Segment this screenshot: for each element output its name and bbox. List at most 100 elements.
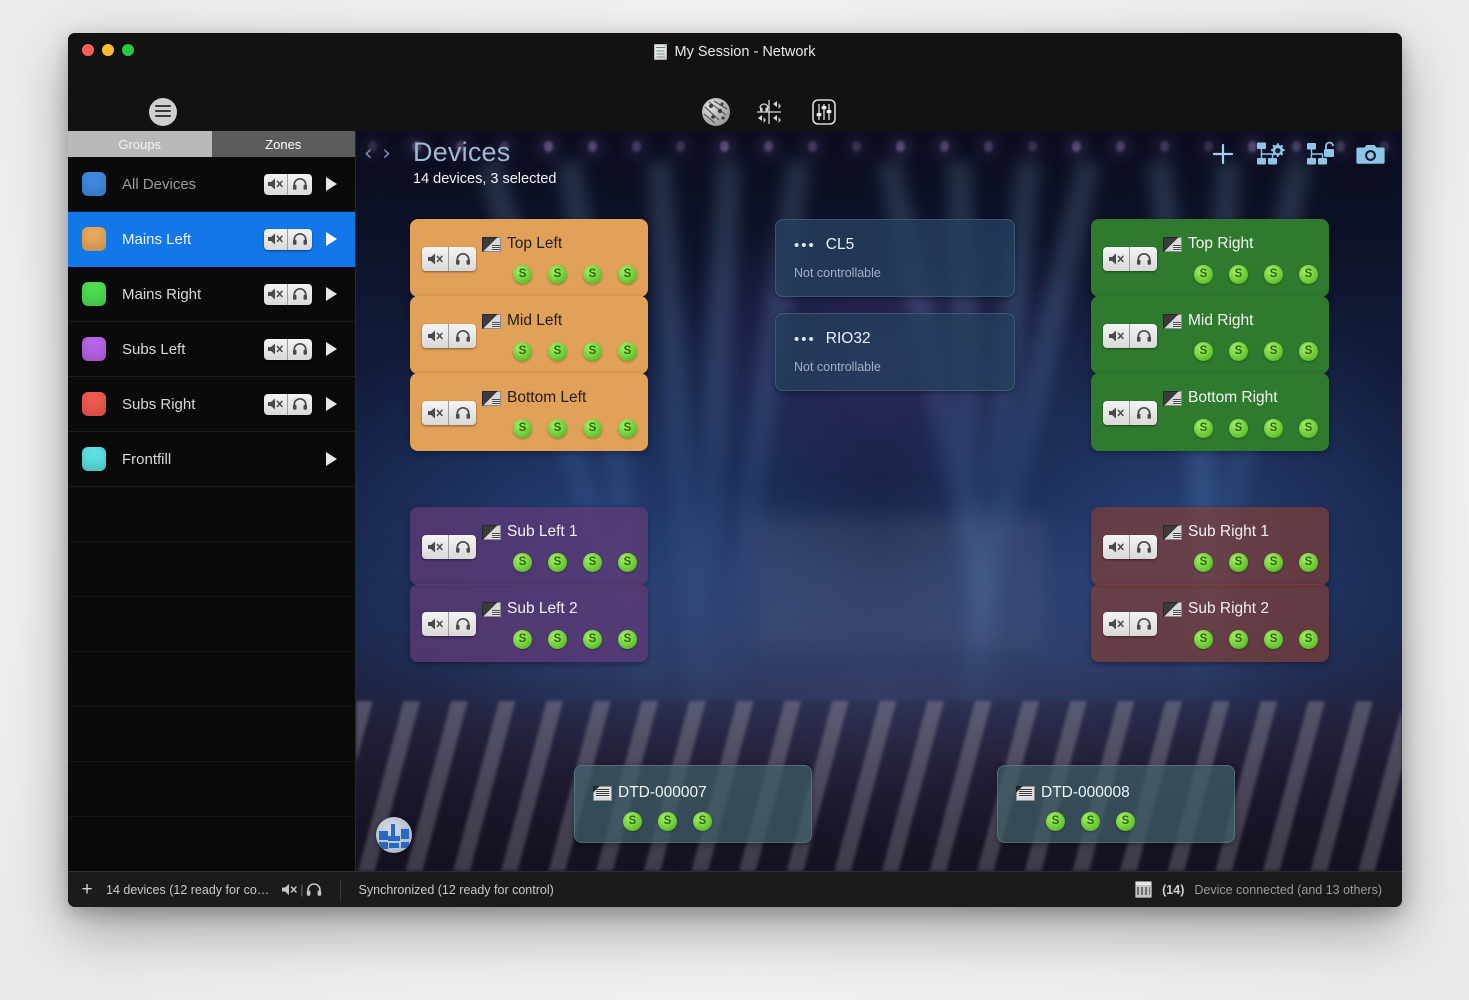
headphone-button[interactable] (1130, 612, 1157, 636)
mute-button[interactable] (422, 324, 449, 348)
chevron-right-icon[interactable] (326, 177, 337, 191)
device-card[interactable]: Sub Left 2SSSS (410, 584, 648, 662)
mute-button[interactable] (1103, 401, 1130, 425)
network-gear-icon[interactable] (1256, 141, 1286, 172)
chevron-right-icon[interactable] (326, 452, 337, 466)
headphone-button[interactable] (1130, 535, 1157, 559)
headphone-button[interactable] (288, 173, 312, 195)
headphone-button[interactable] (449, 612, 476, 636)
solo-badge[interactable]: S (583, 553, 602, 572)
solo-badge[interactable]: S (1299, 265, 1318, 284)
solo-badge[interactable]: S (513, 553, 532, 572)
device-card[interactable]: Sub Right 2SSSS (1091, 584, 1329, 662)
venue-map-thumbnail-icon[interactable] (376, 817, 412, 853)
device-card[interactable]: DTD-000007 S S S (574, 765, 812, 843)
headphone-button[interactable] (288, 338, 312, 360)
solo-badge[interactable]: S (1264, 419, 1283, 438)
nav-back-icon[interactable]: ‹ (364, 143, 372, 164)
headphone-button[interactable] (288, 393, 312, 415)
solo-badge[interactable]: S (513, 342, 532, 361)
solo-badge[interactable]: S (1081, 812, 1100, 831)
mute-button[interactable] (1103, 247, 1130, 271)
chevron-right-icon[interactable] (326, 232, 337, 246)
solo-badge[interactable]: S (548, 419, 567, 438)
mute-button[interactable] (264, 283, 288, 305)
device-card[interactable]: Sub Right 1SSSS (1091, 507, 1329, 585)
solo-badge[interactable]: S (1194, 419, 1213, 438)
device-card[interactable]: DTD-000008 S S S (997, 765, 1235, 843)
solo-badge[interactable]: S (1229, 553, 1248, 572)
solo-badge[interactable]: S (513, 419, 532, 438)
device-card[interactable]: Mid Right S S S S (1091, 296, 1329, 374)
camera-icon[interactable] (1356, 142, 1386, 171)
solo-badge[interactable]: S (583, 265, 602, 284)
headphone-button[interactable] (1130, 401, 1157, 425)
solo-badge[interactable]: S (1194, 265, 1213, 284)
log-calendar-icon[interactable] (1135, 881, 1153, 898)
device-card[interactable]: Bottom Right S S S S (1091, 373, 1329, 451)
device-card[interactable]: Mid Left S S S S (410, 296, 648, 374)
solo-badge[interactable]: S (513, 265, 532, 284)
headphone-button[interactable] (449, 324, 476, 348)
headphone-button[interactable] (1130, 247, 1157, 271)
more-options-icon[interactable]: ••• (794, 238, 816, 253)
solo-badge[interactable]: S (1229, 265, 1248, 284)
solo-badge[interactable]: S (548, 342, 567, 361)
sidebar-tab-zones[interactable]: Zones (211, 131, 355, 157)
solo-badge[interactable]: S (1299, 342, 1318, 361)
sidebar-item-mains-right[interactable]: Mains Right (68, 267, 355, 322)
solo-badge[interactable]: S (1229, 342, 1248, 361)
solo-badge[interactable]: S (1264, 630, 1283, 649)
solo-badge[interactable]: S (513, 630, 532, 649)
solo-badge[interactable]: S (1229, 419, 1248, 438)
chevron-right-icon[interactable] (326, 287, 337, 301)
solo-badge[interactable]: S (693, 812, 712, 831)
solo-badge[interactable]: S (548, 630, 567, 649)
solo-badge[interactable]: S (583, 342, 602, 361)
solo-badge[interactable]: S (1116, 812, 1135, 831)
solo-badge[interactable]: S (1264, 553, 1283, 572)
chevron-right-icon[interactable] (326, 342, 337, 356)
headphone-button[interactable] (1130, 324, 1157, 348)
mute-button[interactable] (422, 247, 449, 271)
solo-badge[interactable]: S (1264, 265, 1283, 284)
solo-badge[interactable]: S (618, 630, 637, 649)
solo-badge[interactable]: S (618, 419, 637, 438)
solo-badge[interactable]: S (1299, 553, 1318, 572)
non-controllable-device-card[interactable]: ••• RIO32 Not controllable (775, 313, 1015, 391)
mute-button[interactable] (1103, 535, 1130, 559)
headphone-button[interactable] (288, 228, 312, 250)
headphone-icon[interactable] (306, 882, 322, 897)
mute-button[interactable] (264, 393, 288, 415)
chevron-right-icon[interactable] (326, 397, 337, 411)
solo-badge[interactable]: S (1229, 630, 1248, 649)
device-card[interactable]: Bottom Left S S S S (410, 373, 648, 451)
plus-icon[interactable] (1210, 141, 1236, 172)
solo-badge[interactable]: S (1194, 342, 1213, 361)
solo-badge[interactable]: S (548, 553, 567, 572)
add-group-button[interactable]: + (68, 880, 106, 899)
solo-badge[interactable]: S (618, 342, 637, 361)
solo-badge[interactable]: S (1264, 342, 1283, 361)
solo-badge[interactable]: S (1299, 630, 1318, 649)
mute-button[interactable] (422, 401, 449, 425)
solo-badge[interactable]: S (1194, 630, 1213, 649)
mute-button[interactable] (264, 173, 288, 195)
solo-badge[interactable]: S (1194, 553, 1213, 572)
device-card[interactable]: Top Right S S S S (1091, 219, 1329, 297)
solo-badge[interactable]: S (623, 812, 642, 831)
device-canvas[interactable]: ‹ › Devices 14 devices, 3 selected Top L… (356, 131, 1402, 871)
mute-button[interactable] (264, 338, 288, 360)
solo-badge[interactable]: S (658, 812, 677, 831)
non-controllable-device-card[interactable]: ••• CL5 Not controllable (775, 219, 1015, 297)
solo-badge[interactable]: S (583, 630, 602, 649)
headphone-button[interactable] (449, 535, 476, 559)
mute-button[interactable] (264, 228, 288, 250)
headphone-button[interactable] (449, 401, 476, 425)
solo-badge[interactable]: S (583, 419, 602, 438)
mute-button[interactable] (1103, 324, 1130, 348)
mute-button[interactable] (1103, 612, 1130, 636)
sidebar-item-mains-left[interactable]: Mains Left (68, 212, 355, 267)
solo-badge[interactable]: S (1046, 812, 1065, 831)
mute-icon[interactable] (281, 882, 298, 897)
